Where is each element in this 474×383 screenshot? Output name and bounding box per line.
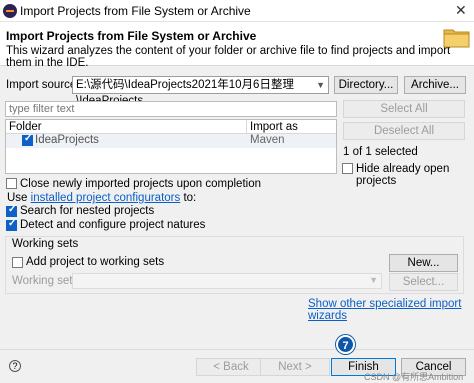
table-header: Folder Import as xyxy=(6,120,336,134)
step-badge: 7 xyxy=(336,335,355,354)
row-import-as: Maven xyxy=(250,134,285,146)
search-nested-checkbox[interactable] xyxy=(6,204,17,217)
directory-button[interactable]: Directory... xyxy=(334,76,398,94)
select-working-sets-button[interactable]: Select... xyxy=(389,273,458,291)
title-bar: Import Projects from File System or Arch… xyxy=(0,0,474,22)
next-button[interactable]: Next > xyxy=(260,358,330,376)
column-import-as: Import as xyxy=(250,121,298,133)
add-working-sets-label: Add project to working sets xyxy=(26,256,165,268)
show-other-wizards-link[interactable]: Show other specialized import wizards xyxy=(308,298,474,322)
close-newly-label: Close newly imported projects upon compl… xyxy=(20,178,261,190)
archive-button[interactable]: Archive... xyxy=(404,76,466,94)
close-newly-checkbox[interactable] xyxy=(6,178,17,189)
working-sets-combo[interactable]: ▼ xyxy=(72,273,382,289)
filter-input[interactable]: type filter text xyxy=(5,101,337,117)
use-suffix: to: xyxy=(180,192,197,204)
close-icon[interactable]: ✕ xyxy=(455,2,467,19)
new-working-set-button[interactable]: New... xyxy=(389,254,458,272)
folder-icon xyxy=(443,29,470,48)
projects-table: Folder Import as IdeaProjects Maven xyxy=(5,119,337,174)
eclipse-icon xyxy=(3,4,17,18)
hide-open-checkbox[interactable] xyxy=(342,163,353,174)
detect-configure-label: Detect and configure project natures xyxy=(20,219,206,231)
add-working-sets-checkbox[interactable] xyxy=(12,257,23,268)
row-checkbox[interactable] xyxy=(22,133,33,146)
window-title: Import Projects from File System or Arch… xyxy=(20,4,251,18)
use-prefix: Use xyxy=(7,192,31,204)
back-button[interactable]: < Back xyxy=(196,358,266,376)
selected-count: 1 of 1 selected xyxy=(343,146,418,158)
help-icon[interactable]: ? xyxy=(9,360,21,372)
wizard-title: Import Projects from File System or Arch… xyxy=(6,29,257,43)
working-sets-title: Working sets xyxy=(12,238,79,250)
footer-divider xyxy=(0,349,474,350)
row-folder: IdeaProjects xyxy=(35,134,99,146)
configurators-link[interactable]: installed project configurators xyxy=(31,192,181,204)
configurators-line: Use installed project configurators to: xyxy=(7,192,196,204)
detect-configure-checkbox[interactable] xyxy=(6,218,17,231)
select-all-button[interactable]: Select All xyxy=(343,100,465,118)
deselect-all-button[interactable]: Deselect All xyxy=(343,122,465,140)
chevron-down-icon: ▼ xyxy=(316,80,325,90)
watermark: CSDN @有所思Ambition xyxy=(364,372,464,382)
hide-open-label: Hide already open projects xyxy=(356,163,450,187)
import-source-label: Import source: xyxy=(6,79,80,91)
wizard-description: This wizard analyzes the content of your… xyxy=(6,45,451,69)
import-source-combo[interactable]: E:\源代码\IdeaProjects2021年10月6日整理\IdeaProj… xyxy=(72,76,329,107)
chevron-down-icon: ▼ xyxy=(369,275,378,285)
column-folder: Folder xyxy=(9,121,42,133)
search-nested-label: Search for nested projects xyxy=(20,205,155,217)
table-row[interactable]: IdeaProjects Maven xyxy=(6,133,336,148)
